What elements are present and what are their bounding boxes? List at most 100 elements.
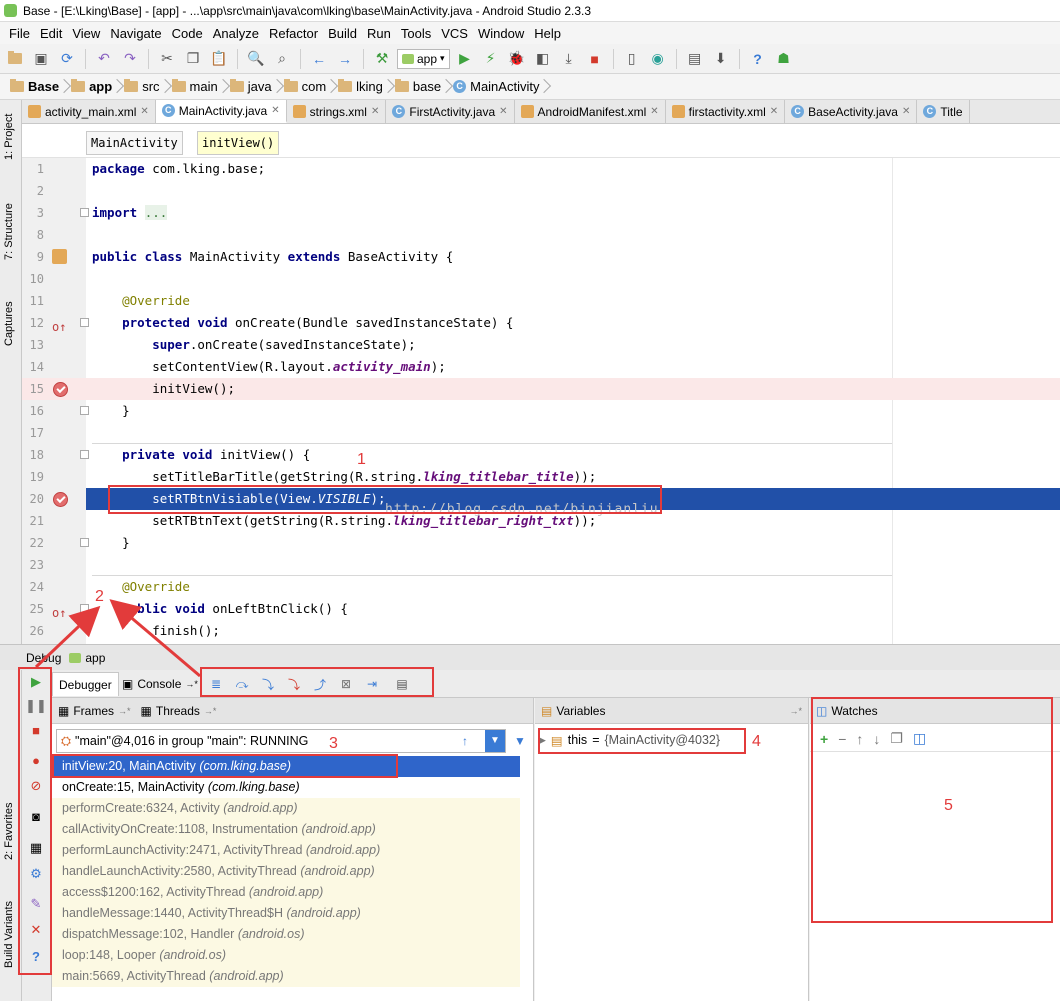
get-thread-dump-icon[interactable]: ◙ [26,806,46,826]
frame-row[interactable]: performCreate:6324, Activity (android.ap… [52,798,520,819]
tab-console[interactable]: ▣ Console →* [116,672,204,696]
debug-config-label[interactable]: app [85,651,105,665]
open-folder-icon[interactable] [4,48,26,70]
frame-row[interactable]: dispatchMessage:102, Handler (android.os… [52,924,520,945]
breadcrumb-main[interactable]: main [168,79,226,94]
frame-row[interactable]: loop:148, Looper (android.os) [52,945,520,966]
menu-refactor[interactable]: Refactor [264,26,323,41]
profile-icon[interactable]: ◧ [532,48,554,70]
sdk-manager-icon[interactable]: ⬇ [710,48,732,70]
filter-icon[interactable]: ▼ [514,734,526,748]
forward-icon[interactable]: → [334,48,356,70]
resume-program-icon[interactable]: ▶ [26,672,46,692]
step-over-icon[interactable]: ⤼ [232,674,252,694]
breakpoint-icon[interactable] [53,382,68,397]
stop-debug-icon[interactable]: ■ [26,720,46,740]
close-icon[interactable]: ✕ [271,105,279,116]
thread-selector[interactable]: ⛭ "main"@4,016 in group "main": RUNNING … [56,729,506,753]
fold-icon[interactable] [80,318,89,327]
view-breakpoints-icon[interactable]: ● [26,750,46,770]
sync-icon[interactable]: ⟳ [56,48,78,70]
frame-row[interactable]: handleMessage:1440, ActivityThread$H (an… [52,903,520,924]
next-frame-icon[interactable]: ↓ [488,734,494,748]
frame-row[interactable]: onCreate:15, MainActivity (com.lking.bas… [52,777,520,798]
variable-row[interactable]: ▶ ▤ this = {MainActivity@4032} [539,730,720,750]
tab-activity-main-xml[interactable]: activity_main.xml ✕ [22,100,156,123]
previous-frame-icon[interactable]: ↑ [462,734,468,748]
frame-row[interactable]: access$1200:162, ActivityThread (android… [52,882,520,903]
sync-gradle-icon[interactable]: ◉ [647,48,669,70]
frames-tab[interactable]: Frames [73,704,114,718]
close-icon[interactable]: ✕ [770,106,778,117]
tab-debugger[interactable]: Debugger [52,672,119,696]
close-icon[interactable]: ✕ [499,106,507,117]
fold-icon[interactable] [80,208,89,217]
find-icon[interactable]: 🔍 [245,48,267,70]
code-editor[interactable]: 1 package com.lking.base; 2 3 import ... 8… [22,158,1060,644]
move-down-icon[interactable]: ↓ [873,731,880,747]
tab-baseactivity-java[interactable]: C BaseActivity.java ✕ [785,100,918,123]
pause-program-icon[interactable]: ❚❚ [25,696,47,716]
debug-icon[interactable]: 🐞 [506,48,528,70]
menu-file[interactable]: File [4,26,35,41]
tool-window-project[interactable]: 1: Project [3,114,15,160]
close-icon[interactable]: ✕ [371,106,379,117]
tool-window-favorites[interactable]: 2: Favorites [3,803,15,860]
step-out-icon[interactable]: ⤴ [310,674,330,694]
run-to-cursor-icon[interactable]: ⇥ [362,674,382,694]
menu-tools[interactable]: Tools [396,26,436,41]
drop-frame-icon[interactable]: ⊠ [336,674,356,694]
restore-layout-icon[interactable]: ▦ [26,838,46,858]
tab-title[interactable]: C Title [917,100,970,123]
duplicate-watch-icon[interactable]: ❐ [890,730,903,747]
add-watch-icon[interactable]: + [820,731,828,747]
frame-row[interactable]: initView:20, MainActivity (com.lking.bas… [52,756,520,777]
mute-breakpoints-icon[interactable]: ⊘ [26,776,46,796]
project-structure-icon[interactable]: ▤ [684,48,706,70]
force-step-into-icon[interactable]: ⤵ [284,674,304,694]
close-icon[interactable]: ✕ [902,106,910,117]
undo-icon[interactable]: ↶ [93,48,115,70]
avd-manager-icon[interactable]: ▯ [621,48,643,70]
close-icon[interactable]: ✕ [650,106,658,117]
stop-icon[interactable]: ■ [584,48,606,70]
frame-row[interactable]: callActivityOnCreate:1108, Instrumentati… [52,819,520,840]
paste-icon[interactable]: 📋 [208,48,230,70]
breadcrumb-base[interactable]: Base [6,79,67,94]
fold-icon[interactable] [80,406,89,415]
run-configuration-select[interactable]: app ▾ [397,48,450,69]
cut-icon[interactable]: ✂ [156,48,178,70]
layout-link-icon[interactable] [52,249,67,264]
android-monitor-icon[interactable]: ☗ [773,48,795,70]
breadcrumb-mainactivity[interactable]: C MainActivity [449,79,547,94]
tool-window-build-variants[interactable]: Build Variants [3,901,15,968]
tab-firstactivity-xml[interactable]: firstactivity.xml ✕ [665,100,786,123]
threads-tab[interactable]: Threads [156,704,200,718]
help-icon[interactable]: ? [26,946,46,966]
copy-icon[interactable]: ❐ [182,48,204,70]
pin-tab-icon[interactable]: ✎ [26,894,46,914]
tool-window-captures[interactable]: Captures [3,301,15,346]
tab-strings-xml[interactable]: strings.xml ✕ [286,100,387,123]
evaluate-expression-icon[interactable]: ▤ [392,674,412,694]
tab-androidmanifest-xml[interactable]: AndroidManifest.xml ✕ [514,100,666,123]
attach-debugger-icon[interactable]: ⤓ [558,48,580,70]
close-icon[interactable]: ✕ [140,106,148,117]
remove-watch-icon[interactable]: − [838,731,846,747]
editor-breadcrumb-class[interactable]: MainActivity [86,131,183,155]
breadcrumb-app[interactable]: app [67,79,120,94]
menu-navigate[interactable]: Navigate [105,26,166,41]
tab-mainactivity-java[interactable]: C MainActivity.java ✕ [155,100,287,123]
watches-settings-icon[interactable]: ◫ [913,730,926,747]
menu-code[interactable]: Code [167,26,208,41]
menu-build[interactable]: Build [323,26,362,41]
menu-help[interactable]: Help [529,26,566,41]
settings-gear-icon[interactable]: ⚙ [26,864,46,884]
menu-edit[interactable]: Edit [35,26,67,41]
back-icon[interactable]: ← [308,48,330,70]
breadcrumb-lking[interactable]: lking [334,79,391,94]
menu-vcs[interactable]: VCS [436,26,473,41]
replace-icon[interactable]: ⌕ [271,48,293,70]
breakpoint-icon[interactable] [53,492,68,507]
tool-window-structure[interactable]: 7: Structure [3,203,15,260]
